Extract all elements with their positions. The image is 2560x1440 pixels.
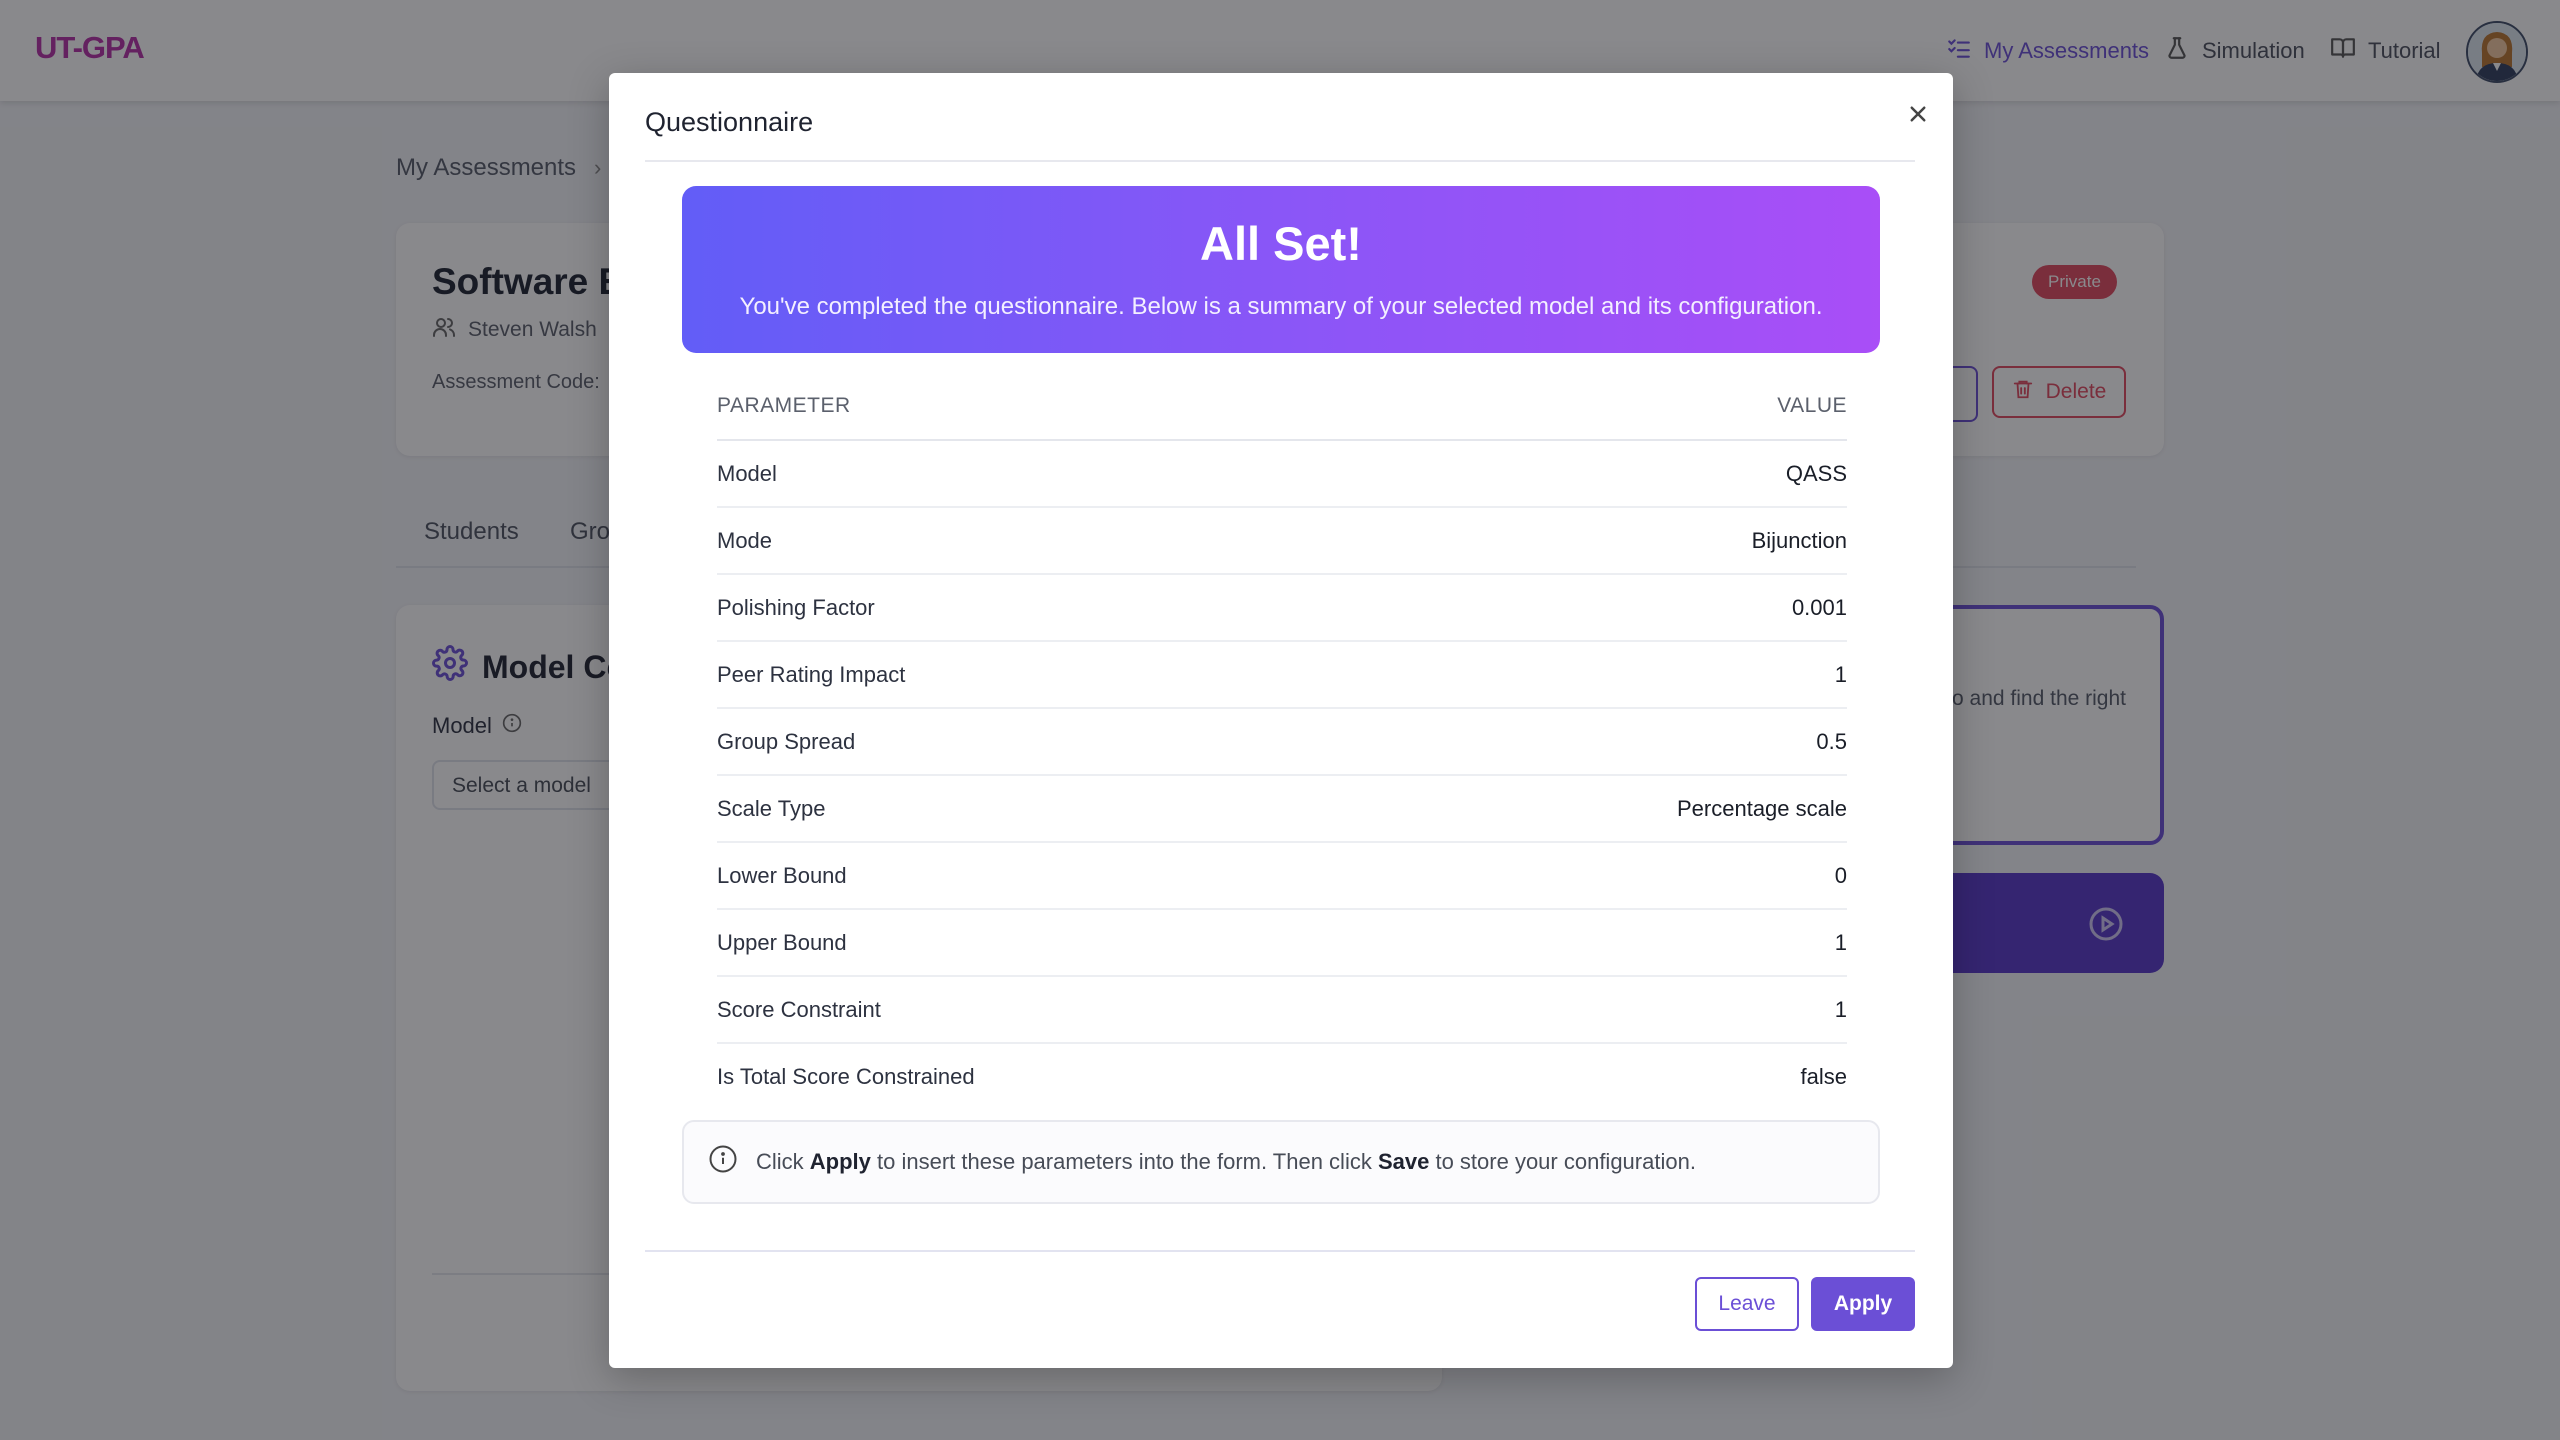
note-apply-word: Apply: [809, 1149, 871, 1174]
apply-button[interactable]: Apply: [1811, 1277, 1915, 1331]
modal-title: Questionnaire: [645, 107, 814, 137]
table-row: Mode Bijunction: [717, 508, 1847, 575]
param-value: 0: [1834, 862, 1847, 888]
table-row: Lower Bound 0: [717, 843, 1847, 910]
parameter-table: PARAMETER VALUE Model QASS Mode Bijuncti…: [717, 373, 1847, 1109]
table-row: Scale Type Percentage scale: [717, 776, 1847, 843]
param-name: Is Total Score Constrained: [717, 1063, 975, 1089]
apply-instructions-note: Click Apply to insert these parameters i…: [682, 1120, 1880, 1204]
param-name: Polishing Factor: [717, 594, 875, 620]
param-value: 0.5: [1816, 728, 1847, 754]
table-row: Model QASS: [717, 441, 1847, 508]
param-name: Mode: [717, 527, 773, 553]
close-button[interactable]: [1903, 99, 1933, 129]
param-value: QASS: [1785, 460, 1847, 486]
table-row: Peer Rating Impact 1: [717, 642, 1847, 709]
note-text-part: to insert these parameters into the form…: [870, 1149, 1378, 1174]
header-value: VALUE: [1777, 394, 1847, 417]
banner-title: All Set!: [1200, 217, 1362, 270]
param-name: Lower Bound: [717, 862, 847, 888]
param-value: 0.001: [1791, 594, 1847, 620]
questionnaire-modal: Questionnaire All Set! You've completed …: [609, 73, 1953, 1368]
header-parameter: PARAMETER: [717, 394, 851, 417]
table-row: Score Constraint 1: [717, 977, 1847, 1044]
param-value: 1: [1834, 661, 1847, 687]
table-row: Polishing Factor 0.001: [717, 575, 1847, 642]
completion-banner: All Set! You've completed the questionna…: [682, 186, 1880, 353]
param-value: 1: [1834, 929, 1847, 955]
table-row: Is Total Score Constrained false: [717, 1044, 1847, 1109]
param-value: Bijunction: [1751, 527, 1847, 553]
note-text: Click Apply to insert these parameters i…: [756, 1149, 1696, 1175]
close-icon: [1903, 106, 1933, 133]
param-name: Model: [717, 460, 777, 486]
table-header: PARAMETER VALUE: [717, 373, 1847, 441]
param-value: 1: [1834, 996, 1847, 1022]
param-name: Upper Bound: [717, 929, 847, 955]
param-value: Percentage scale: [1677, 795, 1847, 821]
note-text-part: Click: [756, 1149, 810, 1174]
info-icon: [708, 1144, 756, 1180]
note-save-word: Save: [1377, 1149, 1430, 1174]
param-name: Peer Rating Impact: [717, 661, 906, 687]
param-name: Group Spread: [717, 728, 856, 754]
table-row: Group Spread 0.5: [717, 709, 1847, 776]
param-name: Score Constraint: [717, 996, 881, 1022]
table-row: Upper Bound 1: [717, 910, 1847, 977]
leave-button[interactable]: Leave: [1695, 1277, 1799, 1331]
note-text-part: to store your configuration.: [1429, 1149, 1696, 1174]
divider: [645, 160, 1915, 162]
param-name: Scale Type: [717, 795, 826, 821]
divider: [645, 1250, 1915, 1252]
banner-subtitle: You've completed the questionnaire. Belo…: [739, 293, 1823, 320]
param-value: false: [1800, 1063, 1847, 1089]
